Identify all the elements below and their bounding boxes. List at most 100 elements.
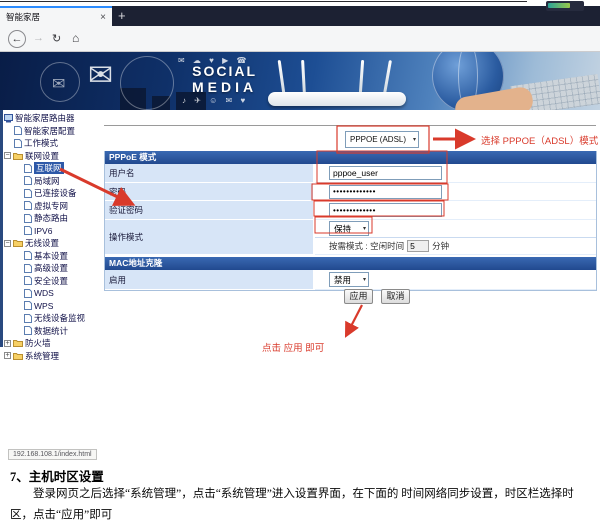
page-icon [24, 189, 32, 198]
table-row-operation-mode: 操作模式 保持▾ 按需模式 : 空闲时间 分钟 [105, 220, 596, 255]
back-icon[interactable]: ← [8, 30, 26, 48]
page-icon [24, 251, 32, 260]
router-device [268, 92, 406, 106]
password-input[interactable] [329, 185, 442, 199]
sidebar-folder-network[interactable]: − 联网设置 [4, 150, 103, 163]
social-media-text: SOCIAL MEDIA [192, 64, 257, 94]
decor-ring [120, 56, 174, 110]
status-link-popup: 192.168.108.1/index.html [8, 449, 97, 460]
page-icon [14, 139, 22, 148]
verify-password-input[interactable] [329, 203, 442, 217]
cancel-button[interactable]: 取消 [381, 289, 410, 304]
page-icon [24, 326, 32, 335]
page-icon [24, 301, 32, 310]
wan-mode-select[interactable]: PPPOE (ADSL)▾ [345, 131, 419, 148]
close-tab-icon[interactable]: × [100, 12, 106, 23]
verify-password-label: 验证密码 [105, 201, 315, 220]
sidebar-folder-firewall[interactable]: + 防火墙 [4, 337, 103, 350]
sidebar-item-security-settings[interactable]: 安全设置 [4, 275, 103, 288]
sidebar-item-advanced-settings[interactable]: 高级设置 [4, 262, 103, 275]
chevron-down-icon: ▾ [413, 136, 416, 143]
browser-tab[interactable]: 智能家居 × [0, 6, 112, 26]
page-icon [24, 176, 32, 185]
mac-clone-section-header: MAC地址克隆 [105, 257, 596, 270]
sidebar-item-wps[interactable]: WPS [4, 300, 103, 313]
envelope-icon: ✉ [52, 74, 65, 94]
sidebar-item-root[interactable]: 智能家居路由器 [4, 112, 103, 125]
new-tab-button[interactable]: + [118, 8, 126, 24]
page-icon [24, 289, 32, 298]
folder-icon [13, 152, 23, 160]
sidebar-folder-system[interactable]: + 系统管理 [4, 350, 103, 363]
table-row-username: 用户名 [105, 164, 596, 183]
content-divider [104, 125, 596, 126]
tab-title: 智能家居 [6, 11, 96, 23]
mac-clone-enable-select[interactable]: 禁用▾ [329, 272, 369, 287]
sidebar-tree: 智能家居路由器 智能家居配置 工作模式 − 联网设置 互联网 局域网 已连接设备 [4, 112, 103, 362]
document-paragraph: 登录网页之后选择“系统管理”，点击“系统管理”进入设置界面，在下面的 时间网络同… [10, 484, 588, 525]
table-row-enable: 启用 禁用▾ [105, 270, 596, 290]
sidebar-item-static-route[interactable]: 静态路由 [4, 212, 103, 225]
username-label: 用户名 [105, 164, 315, 183]
annotation-arrow-apply [347, 305, 362, 334]
page-icon [24, 314, 32, 323]
operation-mode-select[interactable]: 保持▾ [329, 221, 369, 236]
icon-cloud: ♪ ✈ ☺ ✉ ♥ [182, 96, 248, 105]
sidebar-item-vpn[interactable]: 虚拟专网 [4, 200, 103, 213]
router-antenna [278, 60, 286, 94]
page-icon [24, 214, 32, 223]
username-input[interactable] [329, 166, 442, 180]
page-icon [24, 264, 32, 273]
sidebar-item-basic-settings[interactable]: 基本设置 [4, 250, 103, 263]
page-icon [24, 276, 32, 285]
pppoe-settings-panel: PPPoE 模式 用户名 密码 验证密码 操作模式 保持▾ 按需模式 : 空闲时… [104, 151, 597, 291]
folder-icon [13, 239, 23, 247]
page-icon [24, 201, 32, 210]
page-left-edge [0, 110, 3, 347]
page-icon [24, 226, 32, 235]
folder-icon [13, 339, 23, 347]
router-antenna [359, 60, 364, 94]
table-row-password: 密码 [105, 183, 596, 201]
pppoe-section-header: PPPoE 模式 [105, 151, 596, 164]
collapse-icon[interactable]: − [4, 152, 11, 159]
folder-icon [13, 352, 23, 360]
annotation-text-apply: 点击 应用 即可 [262, 340, 324, 354]
document-heading: 7、主机时区设置 [10, 466, 104, 485]
sidebar-item-lan[interactable]: 局域网 [4, 175, 103, 188]
chevron-down-icon: ▾ [363, 276, 366, 283]
minutes-label: 分钟 [432, 240, 449, 252]
page-icon [24, 164, 32, 173]
expand-icon[interactable]: + [4, 340, 11, 347]
browser-toolbar: ← → ↻ ⌂ ⓘ 192.168.108.1 … v ☆ 搜索 [0, 26, 600, 52]
tab-bar: 智能家居 × + [0, 6, 600, 26]
screenshot-root: 智能家居 × + ← → ↻ ⌂ ⓘ 192.168.108.1 … v ☆ [0, 0, 600, 528]
teal-strip [548, 3, 570, 8]
forward-icon[interactable]: → [33, 32, 44, 44]
sidebar-item-wireless-monitor[interactable]: 无线设备监视 [4, 312, 103, 325]
sidebar-item-connected-devices[interactable]: 已连接设备 [4, 187, 103, 200]
sidebar-item-wds[interactable]: WDS [4, 287, 103, 300]
sidebar-item-internet[interactable]: 互联网 [4, 162, 103, 175]
router-page-banner: ✉ ✉ ✉ ☁ ♥ ▶ ☎ ♪ ✈ ☺ ✉ ♥ SOCIAL MEDIA [0, 52, 600, 110]
idle-time-input[interactable] [407, 240, 429, 252]
page-icon [14, 126, 22, 135]
expand-icon[interactable]: + [4, 352, 11, 359]
router-device-icon [4, 114, 13, 123]
corner-ui-fragment [546, 1, 584, 11]
window-top-border [0, 1, 527, 2]
home-icon[interactable]: ⌂ [72, 31, 79, 45]
sidebar-folder-wireless[interactable]: − 无线设置 [4, 237, 103, 250]
reload-icon[interactable]: ↻ [52, 32, 61, 45]
sidebar-item-ipv6[interactable]: IPV6 [4, 225, 103, 238]
apply-button[interactable]: 应用 [344, 289, 373, 304]
sidebar-item-statistics[interactable]: 数据统计 [4, 325, 103, 338]
operation-mode-label: 操作模式 [105, 220, 315, 255]
sidebar-item-work-mode[interactable]: 工作模式 [4, 137, 103, 150]
sidebar-item-config[interactable]: 智能家居配置 [4, 125, 103, 138]
envelope-icon: ✉ [88, 58, 113, 93]
chevron-down-icon: ▾ [363, 225, 366, 232]
router-antenna [301, 60, 306, 94]
password-label: 密码 [105, 183, 315, 201]
collapse-icon[interactable]: − [4, 240, 11, 247]
